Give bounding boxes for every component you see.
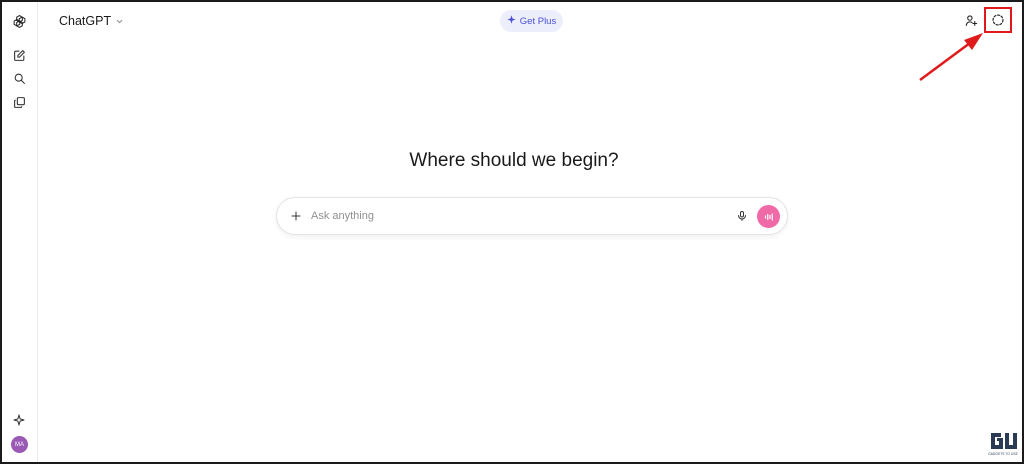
- get-plus-button[interactable]: Get Plus: [500, 10, 563, 32]
- openai-logo-icon[interactable]: [10, 12, 28, 30]
- get-plus-label: Get Plus: [519, 15, 557, 27]
- model-label: ChatGPT: [59, 14, 112, 28]
- sidebar: MA: [2, 2, 38, 462]
- new-chat-icon[interactable]: [10, 46, 28, 64]
- microphone-icon[interactable]: [733, 207, 751, 225]
- search-icon[interactable]: [10, 69, 28, 87]
- chevron-down-icon: [115, 17, 124, 26]
- watermark-logo: GADGETS TO USE: [985, 430, 1021, 460]
- watermark-text: GADGETS TO USE: [988, 452, 1018, 456]
- prompt-input[interactable]: [311, 207, 711, 225]
- voice-mode-button[interactable]: [757, 205, 780, 228]
- page-title: Where should we begin?: [409, 150, 619, 171]
- composer: [276, 197, 788, 235]
- avatar[interactable]: MA: [11, 436, 28, 453]
- annotation-highlight-box: [984, 7, 1012, 33]
- library-icon[interactable]: [10, 93, 28, 111]
- plus-icon[interactable]: [287, 207, 305, 225]
- gadgets-to-use-logo-icon: [991, 433, 1017, 449]
- add-person-icon[interactable]: [962, 11, 980, 29]
- sparkle-plus-icon: [507, 15, 516, 27]
- sparkle-icon[interactable]: [10, 411, 28, 429]
- model-selector[interactable]: ChatGPT: [59, 12, 124, 30]
- waveform-icon: [764, 212, 773, 221]
- app-window: MA ChatGPT Get Plus Where should we begi…: [0, 0, 1024, 464]
